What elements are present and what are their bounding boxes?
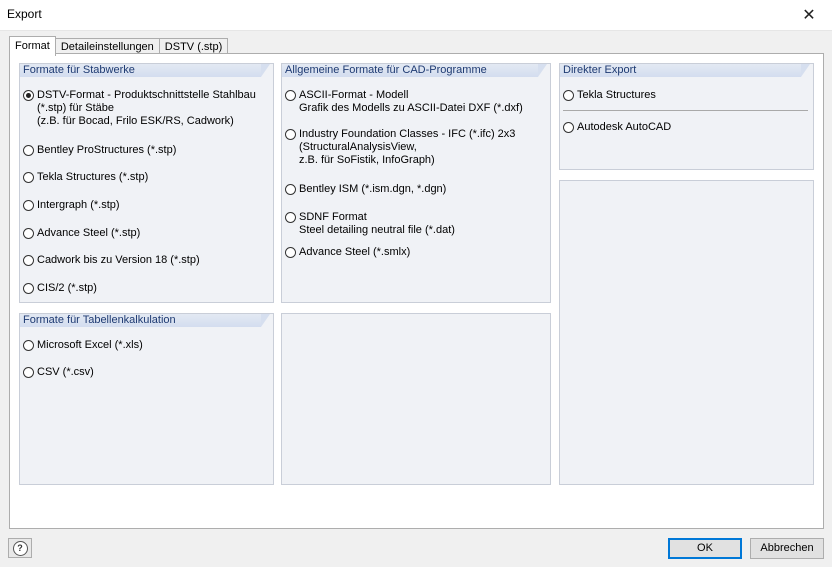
radio-option-excel[interactable]: Microsoft Excel (*.xls) (23, 339, 143, 352)
option-label: Cadwork bis zu Version 18 (*.stp) (37, 254, 200, 266)
radio-option-ifc[interactable]: Industry Foundation Classes - IFC (*.ifc… (285, 128, 515, 167)
radio-button[interactable] (563, 90, 574, 101)
radio-option-csv[interactable]: CSV (*.csv) (23, 366, 94, 379)
radio-option-ascii[interactable]: ASCII-Format - Modell Grafik des Modells… (285, 89, 523, 115)
radio-option-cadwork[interactable]: Cadwork bis zu Version 18 (*.stp) (23, 254, 200, 267)
option-label: CSV (*.csv) (37, 366, 94, 378)
radio-option-dstv[interactable]: DSTV-Format - Produktschnittstelle Stahl… (23, 89, 256, 128)
option-label: Tekla Structures (*.stp) (37, 171, 149, 183)
option-line: ASCII-Format - Modell (299, 89, 409, 101)
option-text: Industry Foundation Classes - IFC (*.ifc… (299, 128, 515, 167)
option-text: SDNF Format Steel detailing neutral file… (299, 211, 455, 237)
radio-button[interactable] (23, 283, 34, 294)
empty-panel-middle (281, 313, 551, 485)
option-line: Grafik des Modells zu ASCII-Datei DXF (*… (299, 102, 523, 114)
group-direkter-export-title: Direkter Export (560, 64, 810, 77)
option-label: Tekla Structures (577, 89, 656, 101)
option-line: (z.B. für Bocad, Frilo ESK/RS, Cadwork) (37, 115, 234, 127)
radio-button-selected[interactable] (23, 90, 34, 101)
option-label: Intergraph (*.stp) (37, 199, 120, 211)
option-line: Industry Foundation Classes - IFC (*.ifc… (299, 128, 516, 140)
group-tabellenkalkulation: Formate für Tabellenkalkulation Microsof… (19, 313, 274, 485)
window-title: Export (7, 7, 42, 21)
radio-option-tekla-direct[interactable]: Tekla Structures (563, 89, 656, 102)
radio-option-autocad[interactable]: Autodesk AutoCAD (563, 121, 671, 134)
radio-option-sdnf[interactable]: SDNF Format Steel detailing neutral file… (285, 211, 455, 237)
radio-option-advance-steel[interactable]: Advance Steel (*.stp) (23, 227, 140, 240)
group-cad-title: Allgemeine Formate für CAD-Programme (282, 64, 547, 77)
option-line: (StructuralAnalysisView, (299, 141, 417, 153)
radio-option-bentley-prostructures[interactable]: Bentley ProStructures (*.stp) (23, 144, 176, 157)
option-line: z.B. für SoFistik, InfoGraph) (299, 154, 435, 166)
empty-panel-right (559, 180, 814, 485)
radio-button[interactable] (23, 340, 34, 351)
radio-option-tekla[interactable]: Tekla Structures (*.stp) (23, 171, 148, 184)
group-stabwerke-title: Formate für Stabwerke (20, 64, 270, 77)
option-label: Bentley ISM (*.ism.dgn, *.dgn) (299, 183, 447, 195)
option-label: Advance Steel (*.smlx) (299, 246, 411, 258)
option-line: Steel detailing neutral file (*.dat) (299, 224, 455, 236)
radio-option-cis2[interactable]: CIS/2 (*.stp) (23, 282, 97, 295)
group-cad: Allgemeine Formate für CAD-Programme ASC… (281, 63, 551, 303)
radio-option-advance-steel-smlx[interactable]: Advance Steel (*.smlx) (285, 246, 410, 259)
title-bar: Export ✕ (0, 0, 832, 31)
ok-button[interactable]: OK (668, 538, 742, 559)
separator (563, 110, 808, 111)
option-label: Bentley ProStructures (*.stp) (37, 144, 177, 156)
option-label: Advance Steel (*.stp) (37, 227, 141, 239)
option-label: Autodesk AutoCAD (577, 121, 672, 133)
group-tabellenkalkulation-title: Formate für Tabellenkalkulation (20, 314, 270, 327)
radio-button[interactable] (23, 367, 34, 378)
option-text: DSTV-Format - Produktschnittstelle Stahl… (37, 89, 256, 128)
group-stabwerke: Formate für Stabwerke DSTV-Format - Prod… (19, 63, 274, 303)
tab-strip: Format Detaileinstellungen DSTV (.stp) (9, 36, 229, 56)
radio-option-intergraph[interactable]: Intergraph (*.stp) (23, 199, 120, 212)
radio-button[interactable] (23, 145, 34, 156)
radio-button[interactable] (285, 212, 296, 223)
option-label: CIS/2 (*.stp) (37, 282, 97, 294)
radio-button[interactable] (23, 228, 34, 239)
option-line: SDNF Format (299, 211, 367, 223)
option-line: (*.stp) für Stäbe (37, 102, 115, 114)
group-direkter-export: Direkter Export Tekla Structures Autodes… (559, 63, 814, 170)
option-line: DSTV-Format - Produktschnittstelle Stahl… (37, 89, 256, 101)
option-label: Microsoft Excel (*.xls) (37, 339, 143, 351)
radio-button[interactable] (285, 90, 296, 101)
radio-button[interactable] (285, 184, 296, 195)
help-button[interactable]: ? (8, 538, 32, 558)
option-text: ASCII-Format - Modell Grafik des Modells… (299, 89, 523, 115)
radio-button[interactable] (563, 122, 574, 133)
radio-button[interactable] (23, 172, 34, 183)
radio-button[interactable] (23, 200, 34, 211)
close-icon[interactable]: ✕ (786, 0, 832, 30)
tab-format[interactable]: Format (9, 36, 56, 56)
radio-button[interactable] (23, 255, 34, 266)
cancel-button[interactable]: Abbrechen (750, 538, 824, 559)
radio-button[interactable] (285, 129, 296, 140)
radio-button[interactable] (285, 247, 296, 258)
help-icon: ? (12, 540, 28, 556)
radio-option-bentley-ism[interactable]: Bentley ISM (*.ism.dgn, *.dgn) (285, 183, 446, 196)
